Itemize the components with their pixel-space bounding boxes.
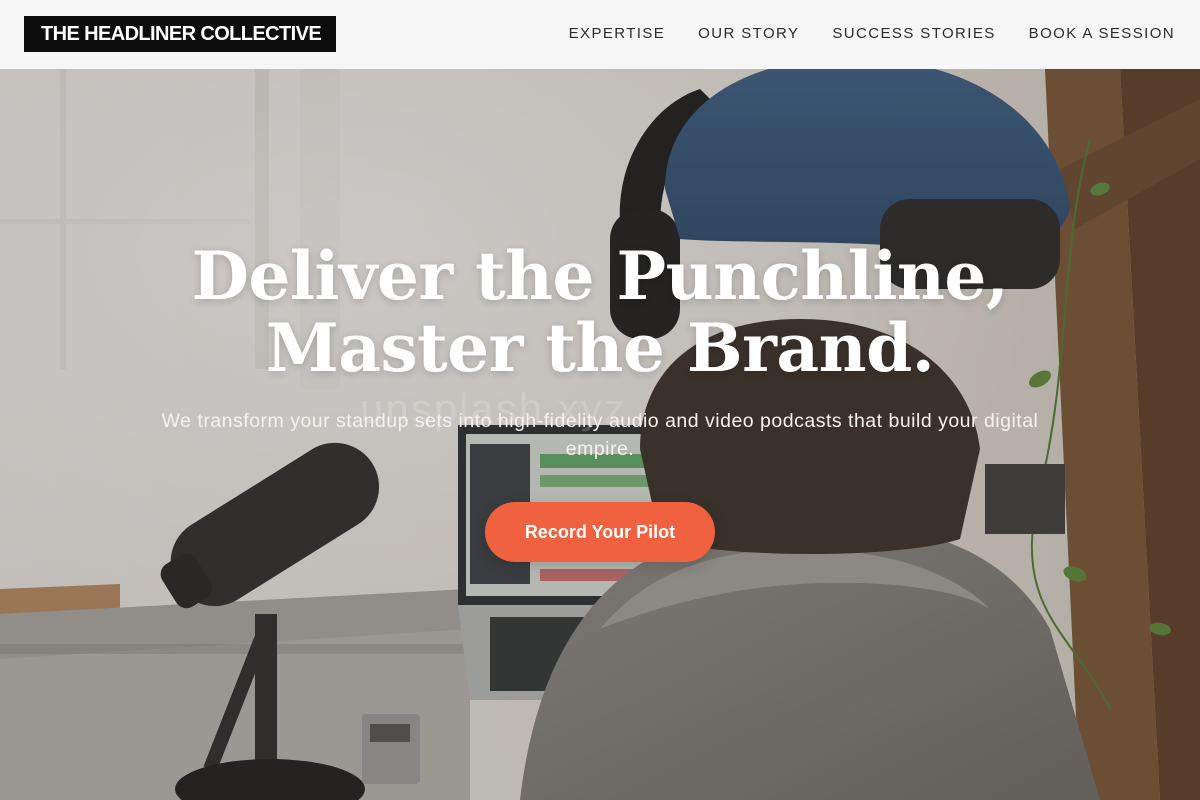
site-logo[interactable]: THE HEADLINER COLLECTIVE	[24, 16, 337, 52]
hero-title-line-2: Master the Brand.	[265, 309, 935, 387]
hero-section: unsplash.xyz Deliver the Punchline, Mast…	[0, 69, 1200, 800]
record-your-pilot-button[interactable]: Record Your Pilot	[485, 502, 715, 562]
main-nav: EXPERTISE OUR STORY SUCCESS STORIES BOOK…	[569, 24, 1175, 44]
nav-link-book-a-session[interactable]: BOOK A SESSION	[1029, 24, 1175, 44]
nav-link-success-stories[interactable]: SUCCESS STORIES	[832, 24, 995, 44]
site-header: THE HEADLINER COLLECTIVE EXPERTISE OUR S…	[0, 0, 1200, 69]
hero-title: Deliver the Punchline, Master the Brand.	[0, 240, 1200, 384]
hero-title-line-1: Deliver the Punchline,	[191, 237, 1009, 315]
hero-subtitle: We transform your standup sets into high…	[161, 410, 1039, 460]
nav-link-expertise[interactable]: EXPERTISE	[569, 24, 666, 44]
landing-page: THE HEADLINER COLLECTIVE EXPERTISE OUR S…	[0, 0, 1200, 800]
nav-link-our-story[interactable]: OUR STORY	[698, 24, 799, 44]
